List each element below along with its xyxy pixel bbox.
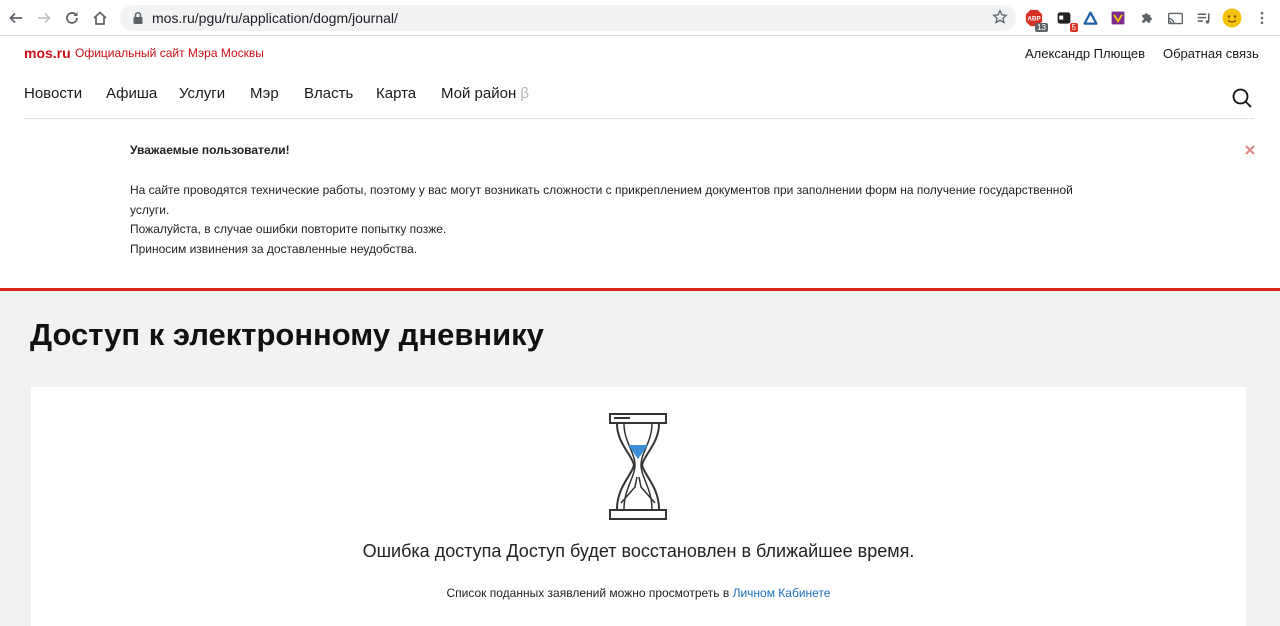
more-vert-icon	[1260, 11, 1264, 25]
triangle-extension-icon[interactable]	[1080, 8, 1100, 28]
page-title: Доступ к электронному дневнику	[30, 317, 544, 352]
user-name-link[interactable]: Александр Плющев	[1025, 46, 1145, 61]
site-tagline: Официальный сайт Мэра Москвы	[75, 46, 264, 60]
cast-extension-icon[interactable]	[1165, 8, 1185, 28]
purple-extension-icon[interactable]	[1108, 8, 1128, 28]
nav-item-news[interactable]: Новости	[24, 85, 82, 102]
feedback-link[interactable]: Обратная связь	[1163, 46, 1259, 61]
profile-avatar[interactable]	[1222, 8, 1242, 28]
beta-label: β	[520, 85, 530, 102]
nav-item-afisha[interactable]: Афиша	[106, 85, 157, 102]
browser-toolbar: mos.ru/pgu/ru/application/dogm/journal/ …	[0, 0, 1280, 36]
browser-menu-button[interactable]	[1252, 8, 1272, 28]
cabinet-hint: Список поданных заявлений можно просмотр…	[31, 586, 1246, 600]
lock-icon	[133, 11, 143, 24]
nav-item-label: Мой район	[441, 85, 517, 102]
notice-line: Пожалуйста, в случае ошибки повторите по…	[130, 222, 447, 237]
notice-line: услуги.	[130, 202, 170, 217]
nav-item-government[interactable]: Власть	[304, 85, 353, 102]
dark-mode-extension-icon[interactable]: 5	[1054, 8, 1078, 32]
playlist-extension-icon[interactable]	[1194, 8, 1214, 28]
nav-item-my-district[interactable]: Мой район β	[441, 85, 529, 102]
nav-item-mayor[interactable]: Мэр	[250, 85, 279, 102]
home-icon	[93, 11, 107, 25]
home-button[interactable]	[88, 6, 112, 30]
svg-text:ABP: ABP	[1027, 16, 1040, 23]
nav-item-services[interactable]: Услуги	[179, 85, 225, 102]
reload-icon	[66, 12, 78, 24]
close-icon[interactable]	[1243, 143, 1257, 157]
extension-badge: 13	[1035, 23, 1048, 32]
notice-line: На сайте проводятся технические работы, …	[130, 183, 1073, 197]
personal-cabinet-link[interactable]: Личном Кабинете	[733, 586, 831, 600]
site-logo[interactable]: mos.ru	[24, 45, 71, 61]
notice-title: Уважаемые пользователи!	[130, 143, 290, 157]
header-divider	[24, 118, 1254, 119]
search-icon[interactable]	[1231, 87, 1253, 109]
nav-item-map[interactable]: Карта	[376, 85, 416, 102]
url-text: mos.ru/pgu/ru/application/dogm/journal/	[152, 10, 398, 26]
notice-body: На сайте проводятся технические работы, …	[130, 181, 1130, 259]
error-message: Ошибка доступа Доступ будет восстановлен…	[362, 541, 915, 561]
address-bar[interactable]: mos.ru/pgu/ru/application/dogm/journal/	[120, 5, 1016, 31]
status-card: Ошибка доступа Доступ будет восстановлен…	[31, 387, 1246, 626]
cabinet-hint-text: Список поданных заявлений можно просмотр…	[446, 586, 733, 600]
hourglass-icon	[609, 413, 667, 520]
notice-line: Приносим извинения за доставленные неудо…	[130, 241, 418, 256]
arrow-right-icon	[38, 12, 51, 24]
main-content: Доступ к электронному дневнику Ошибка до…	[0, 291, 1280, 626]
bookmark-star-icon[interactable]	[992, 9, 1008, 25]
adblock-extension-icon[interactable]: ABP 13	[1024, 8, 1048, 32]
back-button[interactable]	[4, 6, 28, 30]
reload-button[interactable]	[60, 6, 84, 30]
puzzle-extension-icon[interactable]	[1137, 8, 1157, 28]
extension-badge: 5	[1069, 23, 1078, 32]
arrow-left-icon	[9, 12, 22, 24]
forward-button[interactable]	[32, 6, 56, 30]
